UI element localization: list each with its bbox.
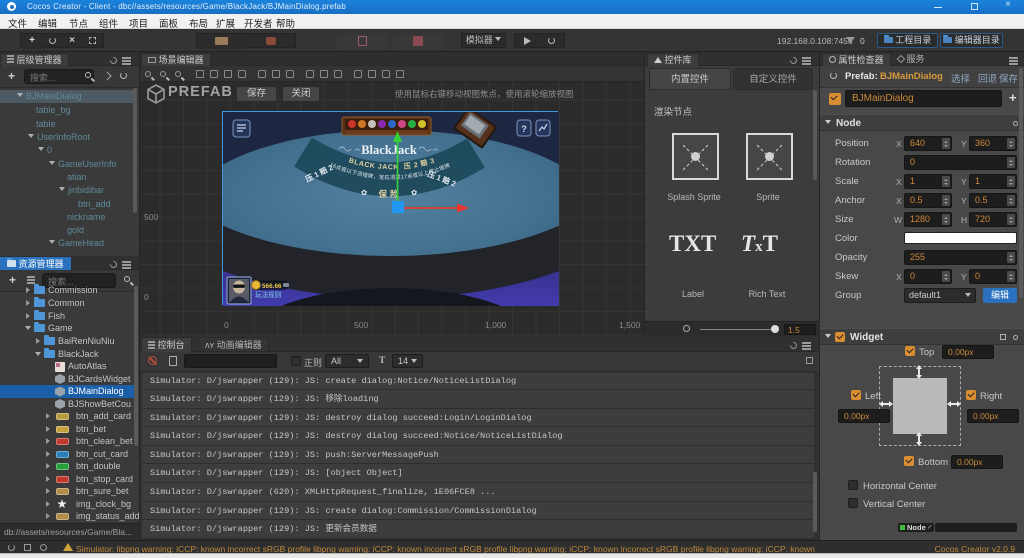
- svg-text:BlackJack: BlackJack: [361, 143, 417, 157]
- svg-text:?: ?: [521, 124, 527, 134]
- svg-text:玩法规则: 玩法规则: [255, 290, 281, 299]
- svg-text:566.66: 566.66: [262, 283, 282, 290]
- svg-text:✿: ✿: [411, 188, 418, 197]
- svg-text:✿: ✿: [361, 188, 368, 197]
